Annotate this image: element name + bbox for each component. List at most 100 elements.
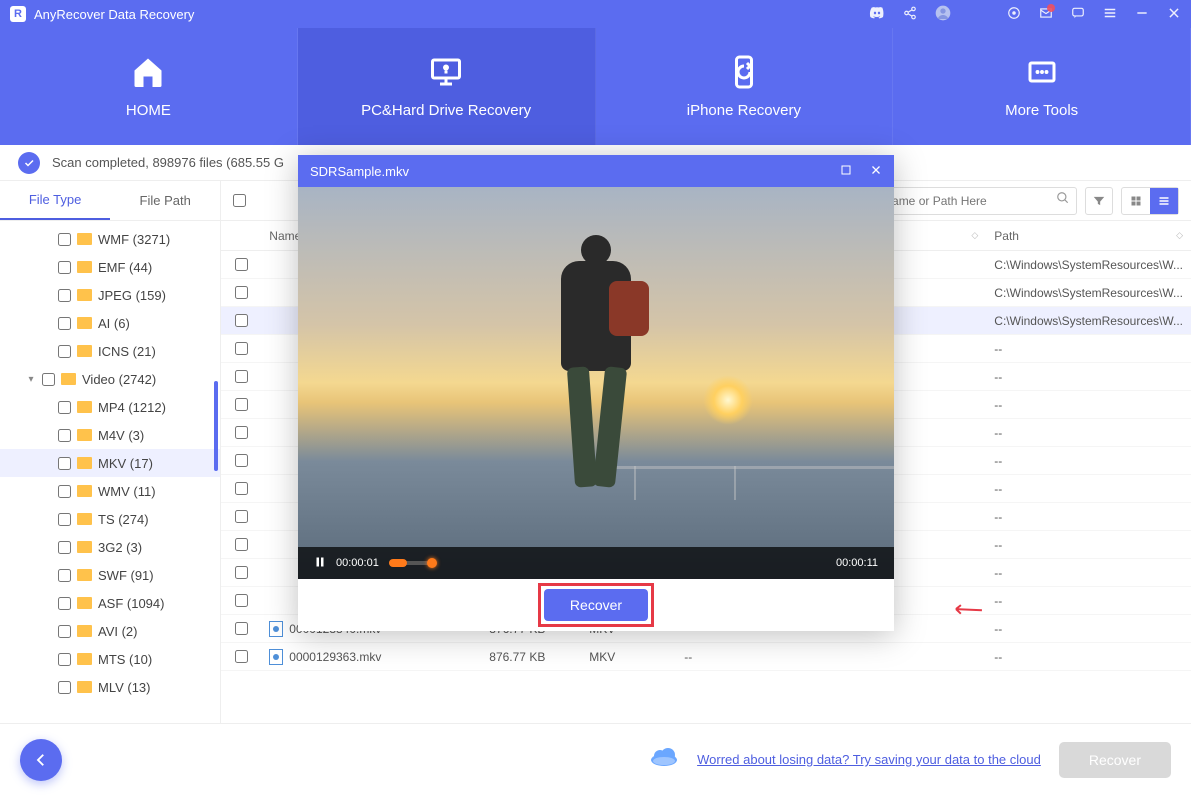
target-icon[interactable] bbox=[1007, 6, 1021, 23]
back-button[interactable] bbox=[20, 739, 62, 781]
tree-item[interactable]: AVI (2) bbox=[0, 617, 220, 645]
tree-checkbox[interactable] bbox=[58, 289, 71, 302]
sidetab-filepath[interactable]: File Path bbox=[110, 181, 220, 220]
tree-item[interactable]: ASF (1094) bbox=[0, 589, 220, 617]
file-tree[interactable]: WMF (3271) EMF (44) JPEG (159)AI (6)ICNS (… bbox=[0, 221, 220, 723]
row-checkbox[interactable] bbox=[235, 510, 248, 523]
user-avatar-icon[interactable] bbox=[935, 5, 951, 24]
tab-home[interactable]: HOME bbox=[0, 28, 298, 145]
recover-button-footer[interactable]: Recover bbox=[1059, 742, 1171, 778]
tree-checkbox[interactable] bbox=[58, 485, 71, 498]
row-checkbox[interactable] bbox=[235, 594, 248, 607]
col-path[interactable]: Path◇ bbox=[986, 229, 1191, 243]
row-checkbox[interactable] bbox=[235, 538, 248, 551]
tree-item[interactable]: TS (274) bbox=[0, 505, 220, 533]
cell-path: -- bbox=[986, 342, 1191, 356]
minimize-icon[interactable] bbox=[1135, 6, 1149, 23]
cell-path: C:\Windows\SystemResources\W... bbox=[986, 258, 1191, 272]
tree-checkbox[interactable] bbox=[58, 345, 71, 358]
modal-maximize-icon[interactable] bbox=[840, 164, 852, 179]
modal-close-icon[interactable] bbox=[870, 164, 882, 179]
tree-checkbox[interactable] bbox=[58, 261, 71, 274]
tree-checkbox[interactable] bbox=[58, 233, 71, 246]
cloud-link[interactable]: Worred about losing data? Try saving you… bbox=[697, 752, 1041, 767]
folder-icon bbox=[77, 597, 92, 609]
folder-icon bbox=[77, 457, 92, 469]
tree-checkbox[interactable] bbox=[58, 681, 71, 694]
tree-checkbox[interactable] bbox=[42, 373, 55, 386]
folder-icon bbox=[77, 625, 92, 637]
modal-titlebar[interactable]: SDRSample.mkv bbox=[298, 155, 894, 187]
tree-item[interactable]: MLV (13) bbox=[0, 673, 220, 701]
row-checkbox[interactable] bbox=[235, 342, 248, 355]
row-checkbox[interactable] bbox=[235, 398, 248, 411]
folder-icon bbox=[77, 653, 92, 665]
tree-label: MKV (17) bbox=[98, 456, 153, 471]
app-logo-icon: R bbox=[10, 6, 26, 22]
tree-checkbox[interactable] bbox=[58, 429, 71, 442]
video-preview[interactable]: 00:00:01 00:00:11 bbox=[298, 187, 894, 579]
tree-item[interactable]: MP4 (1212) bbox=[0, 393, 220, 421]
tree-checkbox[interactable] bbox=[58, 401, 71, 414]
tree-checkbox[interactable] bbox=[58, 457, 71, 470]
mail-icon[interactable] bbox=[1039, 6, 1053, 23]
sidebar: File Type File Path WMF (3271) EMF (44) JP… bbox=[0, 181, 221, 723]
select-all-checkbox[interactable] bbox=[233, 194, 246, 207]
tree-checkbox[interactable] bbox=[58, 653, 71, 666]
cell-path: -- bbox=[986, 594, 1191, 608]
feedback-icon[interactable] bbox=[1071, 6, 1085, 23]
tree-checkbox[interactable] bbox=[58, 513, 71, 526]
tree-item[interactable]: 3G2 (3) bbox=[0, 533, 220, 561]
tab-pc-recovery[interactable]: PC&Hard Drive Recovery bbox=[298, 28, 596, 145]
tree-item[interactable]: EMF (44) bbox=[0, 253, 220, 281]
table-row[interactable]: 0000129363.mkv876.77 KBMKV---- bbox=[221, 643, 1191, 671]
row-checkbox[interactable] bbox=[235, 650, 248, 663]
folder-icon bbox=[77, 289, 92, 301]
tree-checkbox[interactable] bbox=[58, 541, 71, 554]
search-icon[interactable] bbox=[1056, 191, 1070, 210]
tree-item[interactable]: SWF (91) bbox=[0, 561, 220, 589]
scrollbar-thumb[interactable] bbox=[214, 381, 218, 471]
share-icon[interactable] bbox=[903, 6, 917, 23]
tree-item[interactable]: M4V (3) bbox=[0, 421, 220, 449]
row-checkbox[interactable] bbox=[235, 314, 248, 327]
pause-icon[interactable] bbox=[314, 555, 326, 572]
video-progress[interactable] bbox=[389, 561, 431, 565]
recover-button-modal[interactable]: Recover bbox=[544, 589, 648, 621]
folder-icon bbox=[77, 317, 92, 329]
tree-checkbox[interactable] bbox=[58, 569, 71, 582]
discord-icon[interactable] bbox=[869, 5, 885, 24]
tree-item[interactable]: WMV (11) bbox=[0, 477, 220, 505]
folder-icon bbox=[77, 345, 92, 357]
tree-checkbox[interactable] bbox=[58, 317, 71, 330]
row-checkbox[interactable] bbox=[235, 482, 248, 495]
tree-label: ASF (1094) bbox=[98, 596, 164, 611]
grid-view-button[interactable] bbox=[1122, 188, 1150, 214]
tree-item[interactable]: JPEG (159) bbox=[0, 281, 220, 309]
tree-item[interactable]: ICNS (21) bbox=[0, 337, 220, 365]
tab-more-tools[interactable]: More Tools bbox=[893, 28, 1191, 145]
row-checkbox[interactable] bbox=[235, 258, 248, 271]
close-icon[interactable] bbox=[1167, 6, 1181, 23]
row-checkbox[interactable] bbox=[235, 286, 248, 299]
row-checkbox[interactable] bbox=[235, 426, 248, 439]
tree-label: EMF (44) bbox=[98, 260, 152, 275]
tab-iphone-recovery[interactable]: iPhone Recovery bbox=[596, 28, 894, 145]
row-checkbox[interactable] bbox=[235, 622, 248, 635]
row-checkbox[interactable] bbox=[235, 454, 248, 467]
row-checkbox[interactable] bbox=[235, 566, 248, 579]
sidetab-filetype[interactable]: File Type bbox=[0, 181, 110, 220]
monitor-icon bbox=[428, 54, 464, 90]
tree-checkbox[interactable] bbox=[58, 597, 71, 610]
tree-item[interactable]: MKV (17) bbox=[0, 449, 220, 477]
tree-checkbox[interactable] bbox=[58, 625, 71, 638]
tree-item[interactable]: MTS (10) bbox=[0, 645, 220, 673]
menu-icon[interactable] bbox=[1103, 6, 1117, 23]
row-checkbox[interactable] bbox=[235, 370, 248, 383]
filter-button[interactable] bbox=[1085, 187, 1113, 215]
tree-item[interactable]: WMF (3271) bbox=[0, 225, 220, 253]
tree-category[interactable]: ▾Video (2742) bbox=[0, 365, 220, 393]
tree-item[interactable]: AI (6) bbox=[0, 309, 220, 337]
list-view-button[interactable] bbox=[1150, 188, 1178, 214]
cell-path: C:\Windows\SystemResources\W... bbox=[986, 286, 1191, 300]
